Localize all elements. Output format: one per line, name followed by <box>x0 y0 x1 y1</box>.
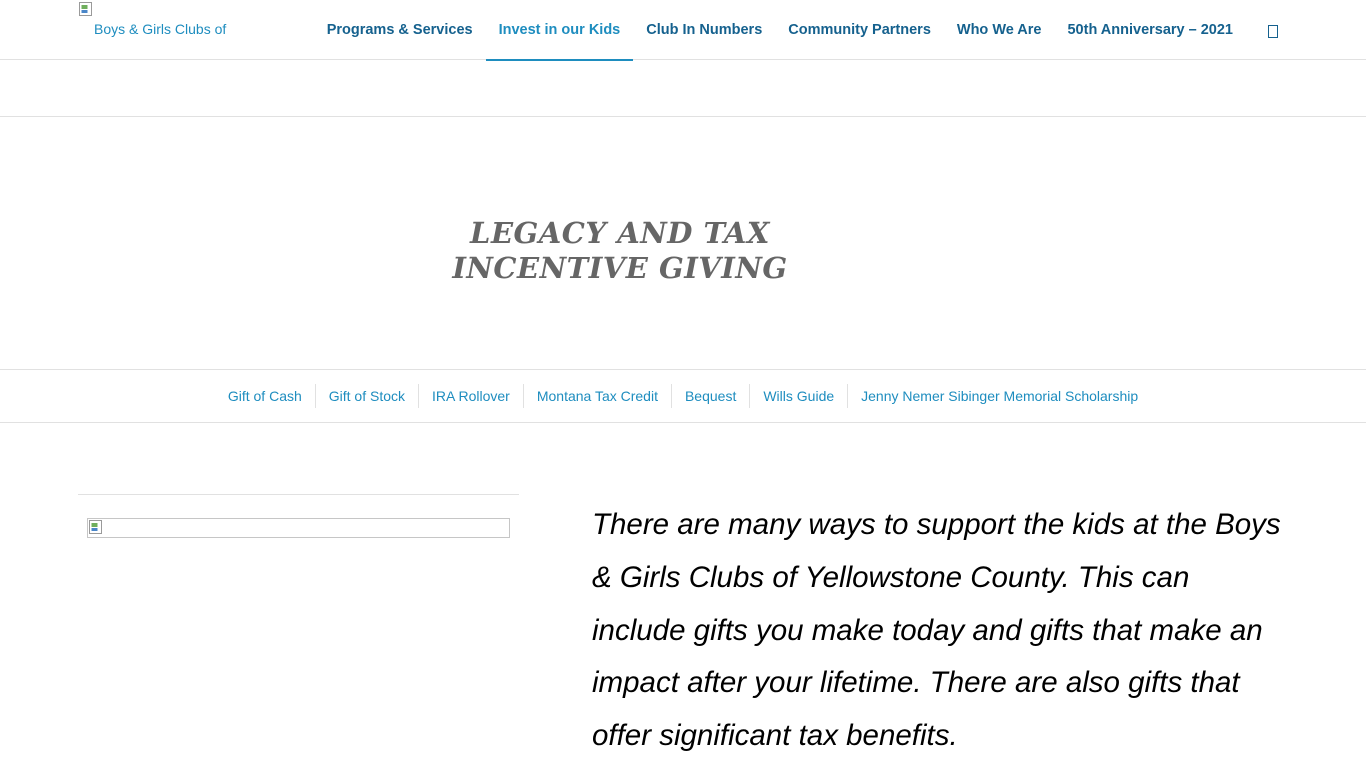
subnav-item-wills-guide[interactable]: Wills Guide <box>749 384 847 408</box>
main-content: There are many ways to support the kids … <box>0 423 1366 768</box>
nav-item-community-partners[interactable]: Community Partners <box>775 0 944 60</box>
subnav-item-bequest[interactable]: Bequest <box>670 384 749 408</box>
sub-navigation: Gift of Cash Gift of Stock IRA Rollover … <box>0 370 1366 423</box>
nav-item-club-in-numbers[interactable]: Club In Numbers <box>633 0 775 60</box>
broken-image-icon <box>89 520 102 534</box>
site-header: Boys & Girls Clubs of Programs & Service… <box>0 0 1366 61</box>
page-title-section: LEGACY AND TAX INCENTIVE GIVING <box>0 117 1366 370</box>
intro-paragraph: There are many ways to support the kids … <box>592 508 1281 753</box>
subnav-item-montana-tax-credit[interactable]: Montana Tax Credit <box>522 384 671 408</box>
content-image <box>87 518 510 538</box>
search-button[interactable] <box>1246 0 1300 60</box>
search-icon <box>1268 24 1278 38</box>
page-title-line-1: LEGACY AND TAX <box>470 216 770 250</box>
subnav-item-ira-rollover[interactable]: IRA Rollover <box>418 384 523 408</box>
divider <box>78 494 519 495</box>
main-nav: Programs & Services Invest in our Kids C… <box>314 0 1366 61</box>
broken-image-icon <box>79 2 92 16</box>
nav-item-50th-anniversary[interactable]: 50th Anniversary – 2021 <box>1054 0 1246 60</box>
header-spacer <box>0 60 1366 117</box>
nav-item-who-we-are[interactable]: Who We Are <box>944 0 1055 60</box>
subnav-item-gift-of-cash[interactable]: Gift of Cash <box>215 384 315 408</box>
nav-item-programs-services[interactable]: Programs & Services <box>314 0 486 60</box>
logo-alt-text: Boys & Girls Clubs of <box>94 21 227 37</box>
subnav-item-gift-of-stock[interactable]: Gift of Stock <box>314 384 418 408</box>
site-logo[interactable]: Boys & Girls Clubs of <box>78 1 238 41</box>
subnav-item-memorial-scholarship[interactable]: Jenny Nemer Sibinger Memorial Scholarshi… <box>847 384 1151 408</box>
page-title-line-2: INCENTIVE GIVING <box>452 251 788 285</box>
nav-item-invest-in-our-kids[interactable]: Invest in our Kids <box>485 0 634 61</box>
page-title: LEGACY AND TAX INCENTIVE GIVING <box>430 216 810 286</box>
